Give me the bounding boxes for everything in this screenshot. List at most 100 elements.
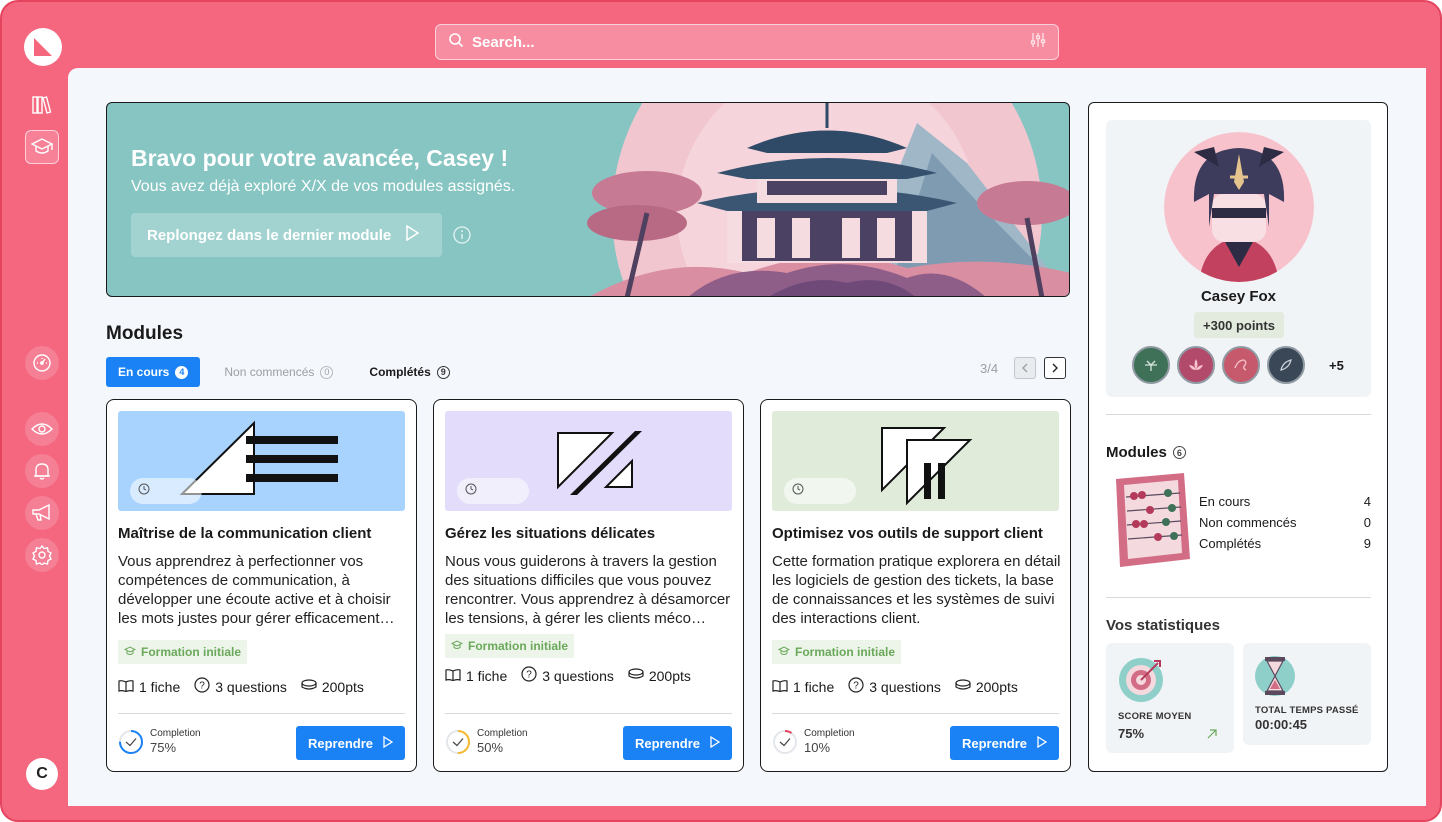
more-badges-count[interactable]: +5 [1329,358,1344,373]
resume-label: Reprendre [634,735,701,751]
completion-ring [446,729,470,754]
graduation-cap-icon [123,645,137,659]
dashboard-icon[interactable] [25,346,59,380]
module-card[interactable]: Gérez les situations délicates Nous vous… [433,399,744,772]
app-logo-icon[interactable] [24,28,62,66]
module-meta: 1 fiche ? 3 questions 200pts [772,677,1018,696]
fish-badge-icon[interactable] [1267,346,1305,384]
search-input[interactable]: Search... [472,34,1030,51]
module-stat-value: 9 [1363,536,1371,551]
module-description: Nous vous guiderons à travers la gestion… [445,553,731,627]
settings-icon[interactable] [25,538,59,572]
play-icon [710,735,721,751]
play-icon [383,735,394,751]
book-icon [445,668,461,684]
module-meta: 1 fiche ? 3 questions 200pts [118,677,364,696]
divider [118,713,405,714]
module-tag-label: Formation initiale [141,645,242,659]
score-label: SCORE MOYEN [1118,711,1192,722]
module-tag: Formation initiale [772,640,902,664]
graduation-cap-icon [777,645,791,659]
completion-label: Completion [150,728,201,739]
tab-label: Complétés [369,365,431,379]
duration-pill [457,478,529,504]
megaphone-icon[interactable] [25,496,59,530]
module-title: Optimisez vos outils de support client [772,525,1043,542]
module-tag: Formation initiale [445,634,575,658]
clock-icon [792,482,804,500]
score-value: 75% [1118,726,1145,741]
samurai-avatar-art [1164,132,1314,282]
score-stat-card: SCORE MOYEN 75% [1106,643,1234,753]
abacus-illustration [1116,473,1190,567]
resume-label: Reprendre [307,735,374,751]
modules-title: Modules [106,323,184,344]
question-icon: ? [521,666,537,685]
module-stat-label: En cours [1199,494,1251,509]
stats-title: Vos statistiques [1106,617,1220,634]
svg-text:?: ? [853,681,859,692]
clock-icon [465,482,477,500]
play-icon [405,224,420,245]
module-meta: 1 fiche ? 3 questions 200pts [445,666,691,685]
trophy-badge-icon[interactable] [1132,346,1170,384]
module-thumbnail [445,411,732,511]
module-stat-row: En cours 4 [1199,491,1371,512]
profile-avatar[interactable] [1164,132,1314,282]
divider [1106,597,1371,598]
eye-icon[interactable] [25,412,59,446]
search-bar[interactable]: Search... [435,24,1059,60]
module-card[interactable]: Optimisez vos outils de support client C… [760,399,1071,772]
fiche-count: 1 fiche [139,678,181,695]
module-tag: Formation initiale [118,640,248,664]
module-stat-label: Complétés [1199,536,1262,551]
module-stat-value: 4 [1363,494,1371,509]
profile-module-stats: En cours 4 Non commencés 0 Complétés 9 [1199,491,1371,554]
resume-button[interactable]: Reprendre [296,726,405,760]
module-thumbnail [772,411,1059,511]
user-avatar[interactable]: C [26,758,58,790]
target-icon [1119,658,1163,702]
courses-icon[interactable] [25,130,59,164]
bell-icon[interactable] [25,454,59,488]
lotus-badge-icon[interactable] [1177,346,1215,384]
resume-button[interactable]: Reprendre [623,726,732,760]
duration-pill [784,478,856,504]
hero-banner: Bravo pour votre avancée, Casey ! Vous a… [106,102,1070,297]
module-pager: 3/4 [980,357,1067,379]
library-icon[interactable] [25,88,59,122]
resume-button[interactable]: Reprendre [950,726,1059,760]
tab-en-cours[interactable]: En cours 4 [106,357,201,387]
question-count: 3 questions [542,667,614,684]
resume-last-module-button[interactable]: Replongez dans le dernier module [131,213,442,257]
dragon-badge-icon[interactable] [1222,346,1260,384]
points-value: 200pts [648,667,691,684]
completion-label: Completion [804,728,855,739]
prev-page-button[interactable] [1014,357,1037,379]
completion-ring [119,729,143,754]
module-stat-row: Non commencés 0 [1199,512,1371,533]
coins-icon [628,667,644,684]
tab-non-commences[interactable]: Non commencés 0 [212,357,345,387]
module-card[interactable]: Maîtrise de la communication client Vous… [106,399,417,772]
completion-value: 10% [804,740,831,755]
completion-indicator: Completion 50% [445,728,528,755]
next-page-button[interactable] [1044,357,1067,379]
module-title: Gérez les situations délicates [445,525,656,542]
coins-icon [955,678,971,695]
question-count: 3 questions [869,678,941,695]
search-icon [448,32,464,53]
info-icon[interactable] [453,226,471,249]
question-icon: ? [194,677,210,696]
graduation-cap-icon [450,639,464,653]
hero-subtitle: Vous avez déjà exploré X/X de vos module… [131,178,516,195]
points-value: 200pts [321,678,364,695]
resume-last-module-label: Replongez dans le dernier module [147,226,392,244]
sidebar [0,68,68,808]
module-description: Vous apprendrez à perfectionner vos comp… [118,553,395,627]
divider [1106,414,1371,415]
play-icon [1037,735,1048,751]
module-tag-label: Formation initiale [468,639,569,653]
filter-icon[interactable] [1030,32,1046,53]
tab-completes[interactable]: Complétés 9 [357,357,461,387]
